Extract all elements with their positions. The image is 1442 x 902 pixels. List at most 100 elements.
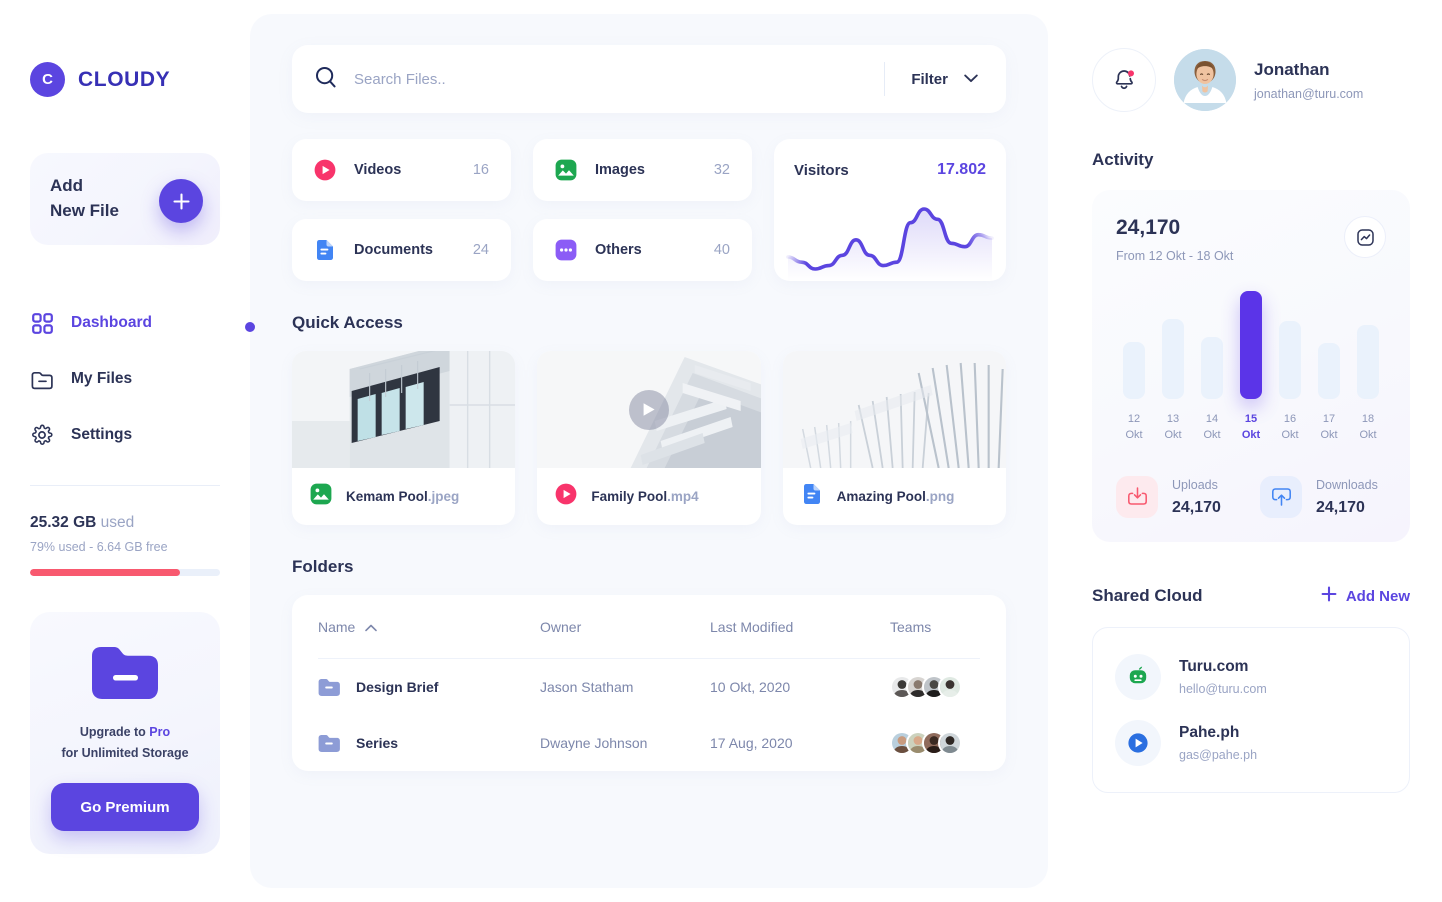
activity-bar-column[interactable] [1315,343,1343,399]
quick-access-thumbnail [782,351,1006,468]
stat-card-documents-label: Documents [354,242,433,258]
add-new-file-line1: Add [50,176,84,196]
stat-card-others[interactable]: Others 40 [533,219,752,281]
stat-card-videos[interactable]: Videos 16 [292,139,511,201]
folders-table-header: Name Owner Last Modified Teams [318,595,980,659]
notification-bell-button[interactable] [1092,48,1156,112]
plus-icon [1321,586,1337,607]
avatar[interactable] [1174,49,1236,111]
add-new-file-button[interactable] [159,179,203,223]
quick-access-row: Kemam Pool.jpeg Family Pool.mp4 Amazing … [292,351,1006,525]
upgrade-promo-card: Upgrade to Pro for Unlimited Storage Go … [30,612,220,854]
main-content: Filter Videos [245,14,1048,888]
add-new-file-card[interactable]: Add New File [30,153,220,245]
activity-bar-column[interactable] [1276,321,1304,399]
quick-access-file-name: Amazing Pool.png [837,489,955,504]
quick-access-card-amazing-pool[interactable]: Amazing Pool.png [782,351,1006,525]
search-input[interactable] [354,70,885,88]
add-new-file-label: Add New File [50,174,119,223]
shared-cloud-item-text: Pahe.ph gas@pahe.ph [1179,724,1257,762]
activity-bar [1279,321,1301,399]
play-circle-icon [1115,719,1161,766]
column-header-owner[interactable]: Owner [540,619,710,635]
sidebar-item-dashboard[interactable]: Dashboard [30,295,220,351]
sidebar-item-settings-label: Settings [71,426,133,443]
folder-row-modified: 10 Okt, 2020 [710,679,791,695]
activity-bar-chart [1116,291,1386,399]
activity-title: Activity [1092,150,1154,169]
activity-bar-column[interactable] [1159,319,1187,399]
download-icon [1260,475,1302,518]
promo-line1: Upgrade to Pro [61,722,188,743]
shared-cloud-item-turu[interactable]: Turu.com hello@turu.com [1093,644,1409,710]
column-header-name[interactable]: Name [318,619,540,635]
activity-bar-label: 16 Okt [1281,413,1299,441]
activity-value: 24,170 [1116,216,1181,239]
table-row[interactable]: Series Dwayne Johnson 17 Aug, 2020 [318,715,980,771]
promo-line1-prefix: Upgrade to [79,725,150,739]
promo-pro-accent: Pro [149,725,171,739]
add-new-shared-cloud-button[interactable]: Add New [1321,586,1410,607]
sidebar-item-my-files[interactable]: My Files [30,351,220,407]
uploads-text: Uploads 24,170 [1172,476,1221,517]
document-icon [314,239,336,261]
folder-icon [30,367,54,391]
quick-access-file-name: Family Pool.mp4 [591,489,698,504]
quick-access-card-kemam-pool[interactable]: Kemam Pool.jpeg [292,351,516,525]
uploads-value: 24,170 [1172,499,1221,517]
go-premium-button[interactable]: Go Premium [51,783,199,832]
sidebar-item-settings[interactable]: Settings [30,407,220,463]
folder-icon [318,734,340,753]
quick-access-card-family-pool[interactable]: Family Pool.mp4 [537,351,761,525]
user-email: jonathan@turu.com [1254,86,1364,101]
activity-bar-column[interactable] [1120,342,1148,399]
chart-icon [1356,228,1374,246]
team-avatar-group[interactable] [890,675,980,699]
sidebar-nav: Dashboard My Files Settings [30,295,220,463]
activity-bar-column[interactable] [1237,291,1265,399]
folder-row-owner: Dwayne Johnson [540,735,648,751]
shared-cloud-list: Turu.com hello@turu.com Pahe.ph gas@pahe… [1092,626,1410,793]
activity-chart-toggle-button[interactable] [1344,216,1386,258]
activity-card: 24,170 From 12 Okt - 18 Okt 12 Okt 13 Okt 14… [1092,190,1410,542]
folder-row-modified: 17 Aug, 2020 [710,735,793,751]
quick-access-footer: Amazing Pool.png [783,468,1006,525]
add-new-label: Add New [1345,587,1410,605]
shared-cloud-item-name: Turu.com [1179,657,1249,675]
column-header-teams[interactable]: Teams [890,619,980,635]
activity-bar [1318,343,1340,399]
shared-cloud-item-text: Turu.com hello@turu.com [1179,658,1267,696]
promo-line2: for Unlimited Storage [61,745,189,760]
quick-access-thumbnail [537,351,761,468]
shared-cloud-item-pahe[interactable]: Pahe.ph gas@pahe.ph [1093,710,1409,776]
dots-icon [555,239,577,261]
uploads-downloads-row: Uploads 24,170 Downloads 24,170 [1116,475,1386,518]
activity-bar [1123,342,1145,399]
visitors-card: Visitors 17.802 [774,139,1006,281]
promo-text: Upgrade to Pro for Unlimited Storage [61,722,188,763]
stat-card-documents[interactable]: Documents 24 [292,219,511,281]
add-new-file-line2: New File [50,201,119,220]
stat-card-others-count: 40 [713,242,730,258]
bell-icon [1115,70,1134,89]
quick-access-footer: Kemam Pool.jpeg [292,468,515,525]
table-row[interactable]: Design Brief Jason Statham 10 Okt, 2020 [318,659,980,715]
stat-card-images[interactable]: Images 32 [533,139,752,201]
activity-bar-column[interactable] [1198,337,1226,399]
activity-bar-column[interactable] [1354,325,1382,399]
folder-row-teams [890,731,980,755]
play-overlay-icon[interactable] [628,389,669,430]
downloads-value: 24,170 [1316,499,1365,517]
brand-logo[interactable]: C CLOUDY [30,0,220,97]
sidebar-divider [30,485,220,486]
stats-row: Videos 16 Images 32 Documents 24 Others … [292,139,1006,281]
storage-amount: 25.32 GB [30,514,97,531]
avatar [938,675,962,699]
filter-dropdown[interactable]: Filter [911,70,984,88]
activity-bar-labels: 12 Okt 13 Okt 14 Okt 15 Okt 16 Okt 17 Okt 18 Okt [1116,412,1386,444]
downloads-text: Downloads 24,170 [1316,476,1378,517]
activity-summary: 24,170 From 12 Okt - 18 Okt [1116,216,1233,263]
column-header-last-modified[interactable]: Last Modified [710,619,890,635]
team-avatar-group[interactable] [890,731,980,755]
upload-icon [1116,475,1158,518]
